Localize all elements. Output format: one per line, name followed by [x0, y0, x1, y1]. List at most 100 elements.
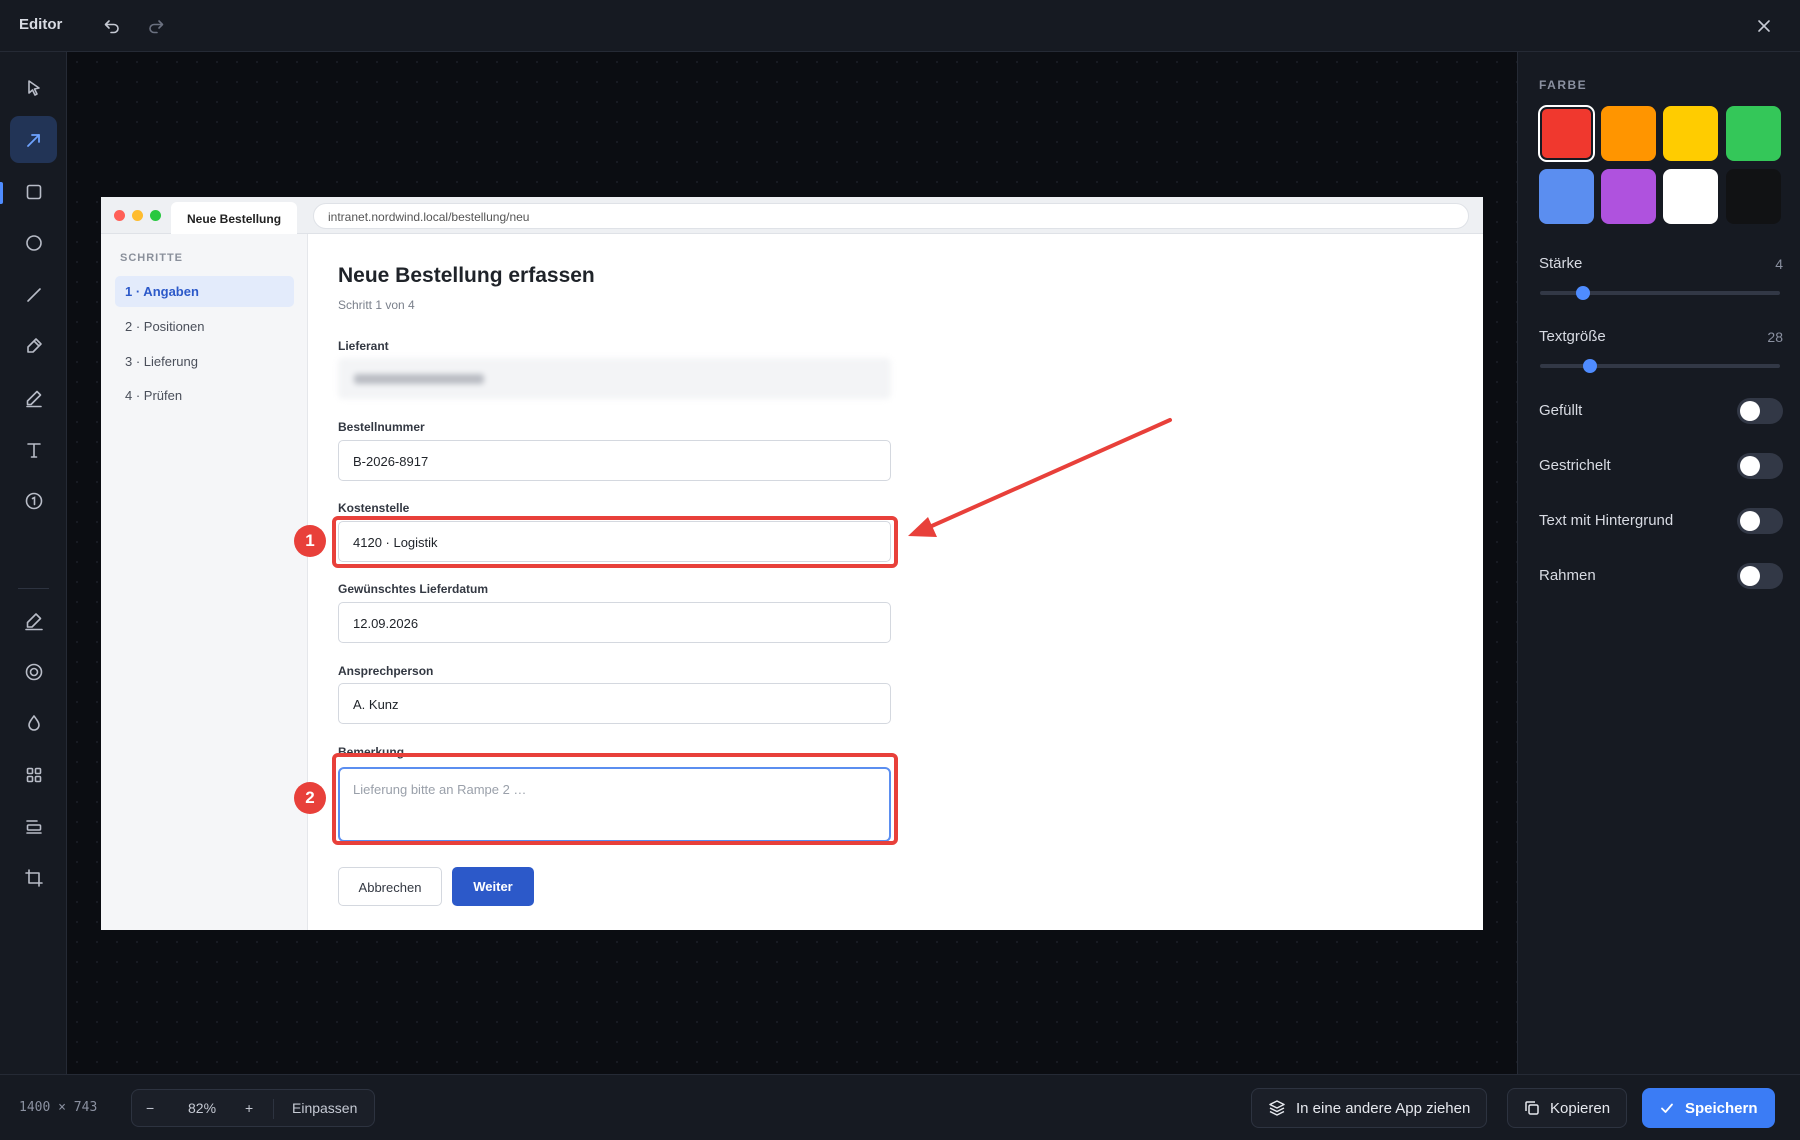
pen-icon — [25, 390, 42, 407]
url-bar: intranet.nordwind.local/bestellung/neu — [313, 203, 1469, 229]
annotated-screenshot[interactable]: Neue Bestellung intranet.nordwind.local/… — [101, 197, 1483, 930]
save-button[interactable]: Speichern — [1642, 1088, 1775, 1128]
square-icon — [26, 184, 41, 199]
tool-blur[interactable] — [10, 699, 57, 746]
text-size-label: Textgröße — [1539, 328, 1606, 345]
close-button[interactable] — [1752, 14, 1776, 38]
text-background-label: Text mit Hintergrund — [1539, 512, 1674, 529]
remark-label: Bemerkung — [338, 745, 405, 759]
tool-text[interactable] — [10, 426, 57, 473]
redo-icon — [149, 20, 164, 34]
tool-rectangle[interactable] — [10, 168, 57, 215]
numbered-circle-icon — [25, 492, 42, 509]
crop-icon — [24, 868, 43, 887]
window-minimize-dot — [132, 210, 143, 221]
zoom-out-button[interactable]: − — [146, 1100, 154, 1116]
steps-header: SCHRITTE — [120, 252, 183, 264]
cancel-button: Abbrechen — [338, 867, 442, 906]
steps-sidebar: SCHRITTE 1 · Angaben 2 · Positionen 3 · … — [101, 234, 308, 930]
border-toggle[interactable] — [1737, 563, 1783, 589]
border-label: Rahmen — [1539, 567, 1596, 584]
text-size-value: 28 — [1767, 329, 1783, 345]
tool-ellipse[interactable] — [10, 219, 57, 266]
text-background-toggle[interactable] — [1737, 508, 1783, 534]
stroke-width-label: Stärke — [1539, 255, 1583, 272]
grid-icon — [26, 767, 41, 782]
tool-marker[interactable] — [10, 322, 57, 369]
slider-handle[interactable] — [1576, 286, 1591, 300]
tool-separator — [18, 588, 49, 589]
step-item: 2 · Positionen — [125, 319, 205, 334]
tool-select[interactable] — [10, 64, 57, 111]
form-title: Neue Bestellung erfassen — [338, 264, 595, 287]
tool-crop[interactable] — [10, 854, 57, 901]
save-label: Speichern — [1685, 1099, 1758, 1117]
color-swatch-blue[interactable] — [1539, 169, 1594, 224]
color-swatch-orange[interactable] — [1601, 106, 1656, 161]
bottom-bar: 1400 × 743 − 82% + Einpassen In eine and… — [0, 1074, 1800, 1140]
text-icon — [26, 442, 41, 458]
contact-label: Ansprechperson — [338, 664, 434, 678]
color-swatch-white[interactable] — [1663, 169, 1718, 224]
delivery-date-label: Gewünschtes Lieferdatum — [338, 582, 489, 596]
stroke-width-slider[interactable] — [1540, 286, 1780, 300]
color-swatch-yellow[interactable] — [1663, 106, 1718, 161]
tool-arrow[interactable] — [10, 116, 57, 163]
target-icon — [25, 663, 42, 680]
supplier-field-blurred — [338, 358, 891, 399]
fit-button[interactable]: Einpassen — [292, 1100, 357, 1116]
drag-to-app-label: In eine andere App ziehen — [1296, 1099, 1471, 1117]
redact-icon — [25, 819, 42, 834]
arrow-icon — [26, 133, 40, 147]
redo-button[interactable] — [144, 14, 168, 38]
tool-line[interactable] — [10, 271, 57, 318]
order-number-label: Bestellnummer — [338, 420, 425, 434]
cost-center-field: 4120 · Logistik — [338, 521, 891, 562]
layers-icon — [1269, 1100, 1285, 1116]
step-item: 4 · Prüfen — [125, 388, 183, 403]
highlighter-icon — [24, 612, 43, 630]
slider-handle[interactable] — [1582, 359, 1597, 373]
tool-rail — [0, 52, 67, 1074]
circle-icon — [25, 234, 42, 251]
stroke-width-value: 4 — [1775, 256, 1783, 272]
drag-to-app-button[interactable]: In eine andere App ziehen — [1251, 1088, 1488, 1128]
copy-label: Kopieren — [1550, 1099, 1611, 1117]
form-subtitle: Schritt 1 von 4 — [338, 298, 415, 312]
tool-counter[interactable] — [10, 477, 57, 524]
dashed-toggle[interactable] — [1737, 453, 1783, 479]
tool-redact[interactable] — [10, 802, 57, 849]
tool-spotlight[interactable] — [10, 648, 57, 695]
browser-tab: Neue Bestellung — [171, 202, 297, 234]
text-size-slider[interactable] — [1540, 359, 1780, 373]
color-swatch-green[interactable] — [1726, 106, 1781, 161]
filled-toggle[interactable] — [1737, 398, 1783, 424]
filled-label: Gefüllt — [1539, 402, 1583, 419]
active-tool-indicator — [0, 182, 3, 204]
zoom-in-button[interactable]: + — [245, 1100, 253, 1116]
line-icon — [26, 287, 41, 302]
marker-icon — [26, 337, 42, 353]
check-icon — [1661, 1103, 1673, 1113]
dashed-label: Gestrichelt — [1539, 457, 1611, 474]
contact-field: A. Kunz — [338, 683, 891, 724]
close-icon — [1758, 20, 1770, 32]
tool-highlighter[interactable] — [10, 597, 57, 644]
window-zoom-dot — [150, 210, 161, 221]
undo-button[interactable] — [100, 14, 124, 38]
color-swatch-black[interactable] — [1726, 169, 1781, 224]
zoom-level: 82% — [188, 1100, 217, 1116]
order-number-field: B-2026-8917 — [338, 440, 891, 481]
color-swatch-purple[interactable] — [1601, 169, 1656, 224]
copy-button[interactable]: Kopieren — [1507, 1088, 1628, 1128]
tool-pixelate[interactable] — [10, 751, 57, 798]
step-item: 3 · Lieferung — [125, 354, 198, 369]
delivery-date-field: 12.09.2026 — [338, 602, 891, 643]
copy-icon — [1525, 1101, 1539, 1115]
color-swatch-red[interactable] — [1538, 105, 1595, 162]
undo-icon — [104, 20, 119, 34]
zoom-controls: − 82% + Einpassen — [131, 1089, 375, 1127]
zoom-separator — [273, 1099, 274, 1119]
tool-pen[interactable] — [10, 374, 57, 421]
color-section-label: FARBE — [1539, 78, 1588, 92]
